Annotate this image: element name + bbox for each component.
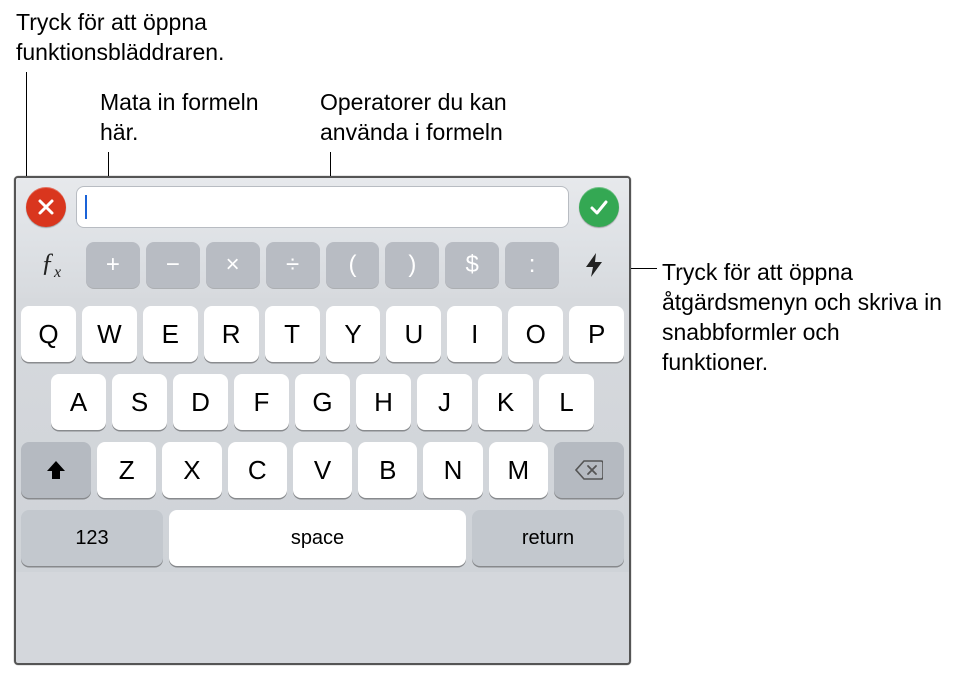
key-t[interactable]: T [265,306,320,362]
shift-icon [44,458,68,482]
numeric-key[interactable]: 123 [21,510,163,566]
formula-bar [16,178,629,236]
keyboard-row-bottom: 123 space return [21,510,624,566]
key-d[interactable]: D [173,374,228,430]
backspace-icon [575,459,603,481]
check-icon [589,197,609,217]
key-z[interactable]: Z [97,442,156,498]
accept-button[interactable] [579,187,619,227]
key-f[interactable]: F [234,374,289,430]
key-h[interactable]: H [356,374,411,430]
key-c[interactable]: C [228,442,287,498]
callout-operators: Operatorer du kan använda i formeln [320,88,550,148]
operator-multiply[interactable]: × [206,242,260,288]
operator-minus[interactable]: − [146,242,200,288]
key-m[interactable]: M [489,442,548,498]
operator-plus[interactable]: + [86,242,140,288]
key-y[interactable]: Y [326,306,381,362]
key-a[interactable]: A [51,374,106,430]
return-key[interactable]: return [472,510,624,566]
shift-key[interactable] [21,442,91,498]
key-o[interactable]: O [508,306,563,362]
keyboard-row-3: Z X C V B N M [21,442,624,498]
formula-keyboard-panel: ƒx + − × ÷ ( ) $ : Q W E R T Y U I O P A… [14,176,631,665]
keyboard: Q W E R T Y U I O P A S D F G H J K L Z [16,298,629,572]
key-b[interactable]: B [358,442,417,498]
key-g[interactable]: G [295,374,350,430]
callout-bolt: Tryck för att öppna åtgärdsmenyn och skr… [662,258,942,378]
key-e[interactable]: E [143,306,198,362]
operator-paren-open[interactable]: ( [326,242,380,288]
operator-dollar[interactable]: $ [445,242,499,288]
key-q[interactable]: Q [21,306,76,362]
close-icon [36,197,56,217]
key-p[interactable]: P [569,306,624,362]
key-x[interactable]: X [162,442,221,498]
keyboard-row-2: A S D F G H J K L [21,374,624,430]
key-s[interactable]: S [112,374,167,430]
function-browser-button[interactable]: ƒx [22,242,80,288]
key-l[interactable]: L [539,374,594,430]
backspace-key[interactable] [554,442,624,498]
keyboard-row-1: Q W E R T Y U I O P [21,306,624,362]
operator-divide[interactable]: ÷ [266,242,320,288]
operator-colon[interactable]: : [505,242,559,288]
operator-paren-close[interactable]: ) [385,242,439,288]
space-key[interactable]: space [169,510,466,566]
operator-row: ƒx + − × ÷ ( ) $ : [16,236,629,298]
fx-icon: ƒx [41,248,61,282]
formula-input[interactable] [76,186,569,228]
bolt-icon [582,252,606,278]
cancel-button[interactable] [26,187,66,227]
key-n[interactable]: N [423,442,482,498]
quick-formula-button[interactable] [565,242,623,288]
key-v[interactable]: V [293,442,352,498]
key-j[interactable]: J [417,374,472,430]
callout-formula: Mata in formeln här. [100,88,280,148]
key-i[interactable]: I [447,306,502,362]
key-k[interactable]: K [478,374,533,430]
key-w[interactable]: W [82,306,137,362]
key-u[interactable]: U [386,306,441,362]
key-r[interactable]: R [204,306,259,362]
callout-fx: Tryck för att öppna funktionsbläddraren. [16,8,276,68]
